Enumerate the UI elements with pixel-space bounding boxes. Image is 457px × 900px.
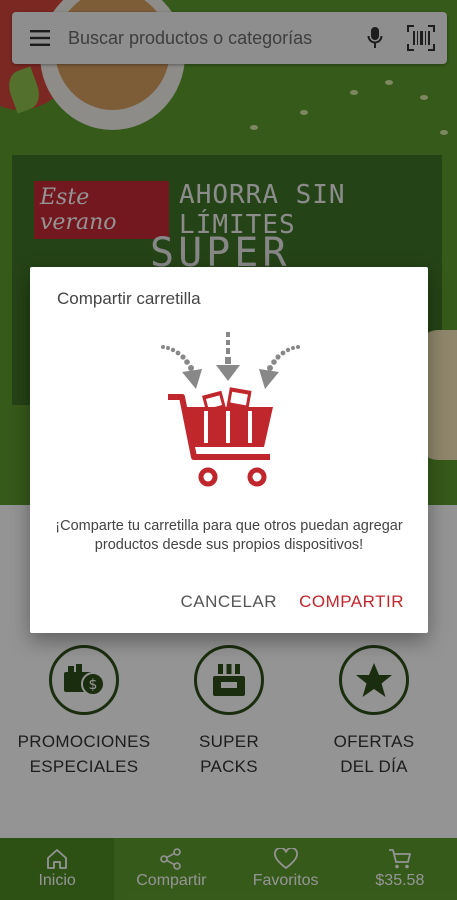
cancel-button[interactable]: CANCELAR [180, 592, 277, 612]
shared-cart-icon [161, 332, 300, 487]
dialog-message: ¡Comparte tu carretilla para que otros p… [55, 518, 403, 553]
dialog-title: Compartir carretilla [57, 289, 201, 308]
share-button[interactable]: COMPARTIR [299, 592, 404, 612]
share-cart-dialog: Compartir carretilla ¡Comparte tu carret… [30, 267, 428, 633]
